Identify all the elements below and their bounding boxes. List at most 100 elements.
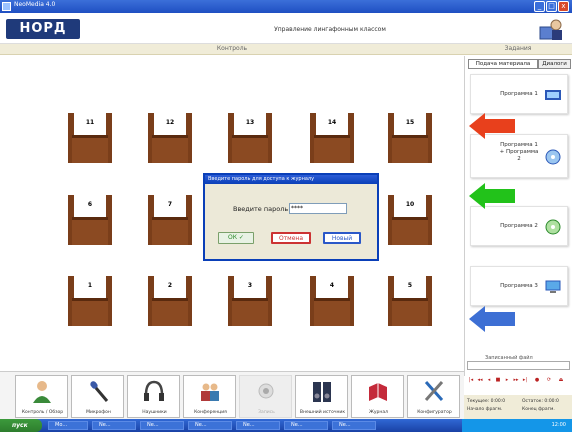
media-stop-button[interactable]: ■ (494, 376, 502, 385)
program-3-card[interactable]: Программа 3 (470, 266, 568, 306)
maximize-button[interactable]: □ (546, 1, 557, 12)
student-desk-3[interactable]: 3 (228, 274, 272, 328)
media-forward-button[interactable]: ▸▸ (512, 376, 520, 385)
toolbar-label: Наушники (142, 410, 167, 415)
student-desk-4[interactable]: 4 (310, 274, 354, 328)
window-title: NeoMedia 4.0 (14, 1, 56, 8)
configurator-button[interactable]: Конфигуратор (407, 375, 460, 418)
program-1-2-card[interactable]: Программа 1 + Программа 2 (470, 134, 568, 178)
record-icon (258, 383, 274, 399)
ok-label: ОК (228, 234, 238, 241)
dialog-title: Введите пароль для доступа к журналу (205, 175, 377, 184)
toolbar-label: Журнал (369, 410, 388, 415)
new-button[interactable]: Новый (323, 232, 361, 244)
password-dialog: Введите пароль для доступа к журналу Вве… (203, 173, 379, 261)
tray-clock: 12:00 (551, 422, 566, 428)
password-label: Введите пароль (233, 205, 289, 213)
tab-material[interactable]: Подача материала (468, 59, 538, 69)
media-first-button[interactable]: |◂ (467, 376, 475, 385)
media-record-button[interactable]: ● (533, 376, 541, 385)
desk-number: 12 (165, 119, 175, 126)
microphone-icon (90, 381, 109, 402)
student-desk-13[interactable]: 13 (228, 111, 272, 165)
external-source-button[interactable]: Внешний источник (295, 375, 348, 418)
teacher-icon[interactable] (536, 17, 566, 43)
recorded-file-field[interactable] (467, 361, 570, 370)
microphone-button[interactable]: Микрофон (71, 375, 124, 418)
desk-number: 14 (327, 119, 337, 126)
toolbar-label: Контроль / Обзор (21, 410, 64, 415)
taskbar-item[interactable]: Ne... (236, 421, 280, 430)
computer-icon (545, 280, 561, 293)
desk-number: 3 (247, 282, 253, 289)
media-rewind-button[interactable]: ◂◂ (476, 376, 484, 385)
control-button[interactable]: Контроль / Обзор (15, 375, 68, 418)
media-loop-button[interactable]: ⟳ (545, 376, 553, 385)
headphones-button[interactable]: Наушники (127, 375, 180, 418)
password-field[interactable]: **** (289, 203, 347, 214)
cd-icon (545, 149, 561, 165)
minimize-button[interactable]: _ (534, 1, 545, 12)
toolbar-label: Конфигуратор (417, 410, 452, 415)
video-player-icon (545, 90, 561, 100)
media-last-button[interactable]: ▸| (521, 376, 529, 385)
bottom-toolbar: Контроль / Обзор Микрофон Наушники Конфе… (0, 371, 464, 419)
journal-button[interactable]: Журнал (351, 375, 404, 418)
program-2-card[interactable]: Программа 2 (470, 206, 568, 246)
taskbar-item[interactable]: Ne... (92, 421, 136, 430)
desk-number: 11 (85, 119, 95, 126)
status-remaining: Остаток: 0:00:0 (522, 399, 559, 404)
student-desk-1[interactable]: 1 (68, 274, 112, 328)
desk-number: 4 (329, 282, 335, 289)
student-desk-7[interactable]: 7 (148, 193, 192, 247)
student-desk-5[interactable]: 5 (388, 274, 432, 328)
student-desk-14[interactable]: 14 (310, 111, 354, 165)
program-label: Программа 3 (500, 283, 538, 289)
app-icon (2, 2, 11, 11)
desk-number: 15 (405, 119, 415, 126)
desk-number: 1 (87, 282, 93, 289)
system-tray: 12:00 (462, 419, 572, 432)
tab-dialogs[interactable]: Диалоги (538, 59, 571, 69)
taskbar-item[interactable]: Ne... (188, 421, 232, 430)
arrow-left-blue-icon (469, 306, 515, 332)
cancel-button[interactable]: Отмена (271, 232, 311, 244)
cd-icon (545, 219, 561, 235)
toolbar-label: Внешний источник (299, 410, 346, 415)
taskbar-item[interactable]: Ne... (332, 421, 376, 430)
student-desk-6[interactable]: 6 (68, 193, 112, 247)
media-prev-button[interactable]: ◂ (485, 376, 493, 385)
tools-icon (424, 381, 444, 401)
close-button[interactable]: x (558, 1, 569, 12)
program-label: Программа 2 (500, 223, 538, 229)
book-icon (369, 383, 387, 401)
student-desk-10[interactable]: 10 (388, 193, 432, 247)
program-1-card[interactable]: Программа 1 (470, 74, 568, 114)
windows-taskbar: пуск Мо... Ne... Ne... Ne... Ne... Ne...… (0, 419, 572, 432)
record-button[interactable]: Запись (239, 375, 292, 418)
taskbar-item[interactable]: Ne... (140, 421, 184, 430)
start-button[interactable]: пуск (0, 419, 42, 432)
student-desk-11[interactable]: 11 (68, 111, 112, 165)
app-header: НОРД Управление лингафонным классом (0, 13, 572, 44)
program-label: Программа 1 (500, 91, 538, 97)
student-desk-12[interactable]: 12 (148, 111, 192, 165)
desk-number: 6 (87, 201, 93, 208)
headphones-icon (144, 380, 164, 401)
toolbar-label: Микрофон (86, 410, 111, 415)
speaker-icon (313, 382, 331, 402)
conference-icon (201, 383, 219, 401)
ok-button[interactable]: ОК ✓ (218, 232, 254, 244)
media-eject-button[interactable]: ⏏ (557, 376, 565, 385)
toolbar-label: Конференция (194, 410, 227, 415)
taskbar-item[interactable]: Мо... (48, 421, 88, 430)
conference-button[interactable]: Конференция (183, 375, 236, 418)
student-desk-15[interactable]: 15 (388, 111, 432, 165)
program-label: Программа 1 + Программа 2 (499, 142, 539, 162)
taskbar-item[interactable]: Ne... (284, 421, 328, 430)
toolbar-label: Запись (258, 410, 275, 415)
app-title: Управление лингафонным классом (274, 26, 386, 33)
student-desk-2[interactable]: 2 (148, 274, 192, 328)
media-play-button[interactable]: ▸ (503, 376, 511, 385)
section-tasks-header: Задания (464, 44, 572, 55)
